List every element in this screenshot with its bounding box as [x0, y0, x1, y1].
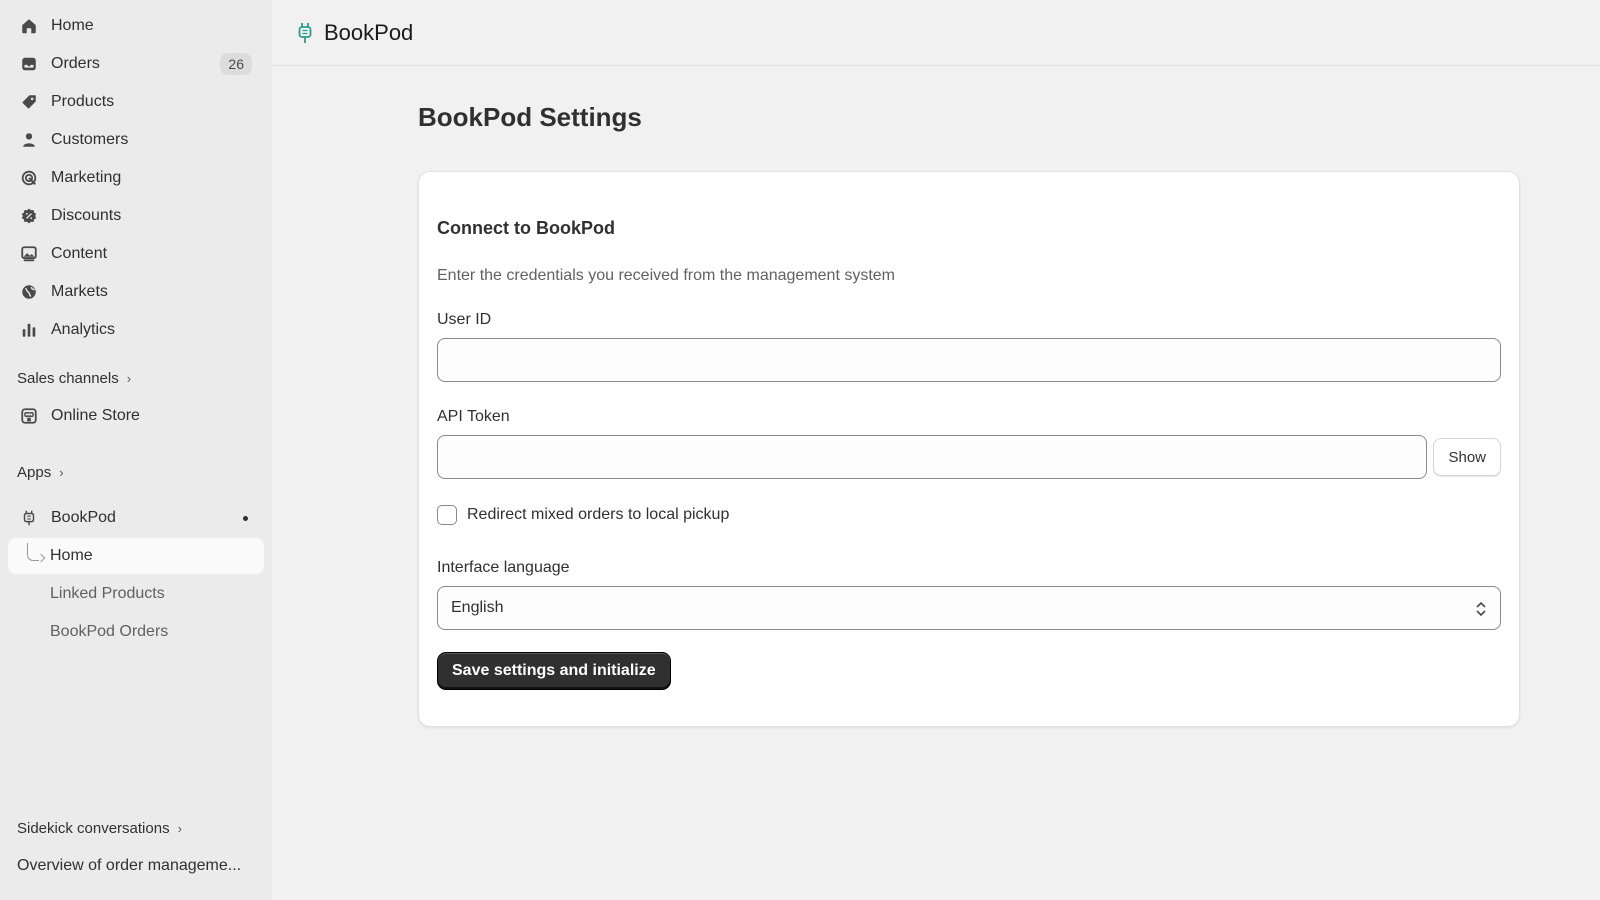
sidebar-subitem-label: Home	[50, 547, 93, 564]
api-token-input[interactable]	[437, 435, 1428, 479]
bookpod-app-icon	[20, 509, 38, 527]
sidekick-conversations-header[interactable]: Sidekick conversations ›	[8, 812, 264, 844]
store-icon	[20, 407, 38, 425]
unread-dot	[243, 515, 248, 521]
section-header-label: Sales channels	[17, 369, 119, 387]
sidebar-item-online-store[interactable]: Online Store	[8, 398, 264, 434]
sidebar-item-customers[interactable]: Customers	[8, 122, 264, 158]
redirect-mixed-orders-option[interactable]: Redirect mixed orders to local pickup	[437, 505, 1501, 525]
select-chevrons-icon	[1474, 599, 1488, 619]
sidebar-item-bookpod-app[interactable]: BookPod	[8, 500, 264, 536]
target-icon	[20, 169, 38, 187]
image-icon	[20, 245, 38, 263]
sidebar-item-label: BookPod	[51, 509, 116, 526]
sidebar-item-discounts[interactable]: Discounts	[8, 198, 264, 234]
interface-language-select[interactable]: English	[437, 586, 1501, 630]
sidebar-item-label: Customers	[51, 131, 129, 148]
show-token-button[interactable]: Show	[1433, 438, 1501, 476]
selected-language: English	[451, 599, 504, 616]
sales-channels-header[interactable]: Sales channels ›	[8, 362, 264, 394]
api-token-field-group: API Token Show	[437, 408, 1501, 479]
card-description: Enter the credentials you received from …	[437, 267, 895, 284]
section-header-label: Apps	[17, 463, 52, 481]
sidebar-item-analytics[interactable]: Analytics	[8, 312, 264, 348]
sidebar: Home Orders 26 Products Customers Market…	[0, 0, 272, 900]
sidebar-item-label: Markets	[51, 283, 108, 300]
discount-icon	[20, 207, 38, 225]
sidebar-subitem-label: Linked Products	[50, 585, 165, 602]
sidebar-item-markets[interactable]: Markets	[8, 274, 264, 310]
api-token-label: API Token	[437, 408, 510, 425]
sidekick-conversation-item[interactable]: Overview of order manageme...	[8, 848, 264, 884]
sidebar-item-home[interactable]: Home	[8, 8, 264, 44]
sidebar-item-label: Products	[51, 93, 115, 110]
sidebar-item-orders[interactable]: Orders 26	[8, 46, 264, 82]
apps-header[interactable]: Apps ›	[8, 456, 264, 488]
app-title: BookPod	[324, 19, 414, 45]
bar-chart-icon	[20, 321, 38, 339]
card-heading: Connect to BookPod	[437, 218, 615, 238]
app-topbar: BookPod	[272, 0, 1600, 66]
sidebar-subitem-label: BookPod Orders	[50, 623, 169, 640]
page-title: BookPod Settings	[418, 102, 642, 132]
sidekick-section: Sidekick conversations › Overview of ord…	[8, 812, 264, 884]
user-id-field-group: User ID	[437, 311, 1501, 382]
chevron-right-icon: ›	[126, 370, 132, 386]
redirect-mixed-orders-label: Redirect mixed orders to local pickup	[467, 506, 730, 523]
sidebar-item-marketing[interactable]: Marketing	[8, 160, 264, 196]
chevron-right-icon: ›	[59, 464, 64, 480]
sidebar-subitem-bookpod-orders[interactable]: BookPod Orders	[8, 614, 264, 650]
sidebar-item-label: Content	[51, 245, 108, 262]
sidebar-item-label: Online Store	[51, 407, 140, 424]
sidebar-subitem-home[interactable]: Home	[8, 538, 264, 574]
sidebar-subitem-linked-products[interactable]: Linked Products	[8, 576, 264, 612]
person-icon	[20, 131, 38, 149]
sidebar-item-label: Marketing	[51, 169, 122, 186]
home-icon	[20, 17, 38, 35]
sidebar-item-label: Discounts	[51, 207, 122, 224]
settings-card: Connect to BookPod Enter the credentials…	[418, 171, 1520, 727]
save-settings-button[interactable]: Save settings and initialize	[437, 652, 671, 690]
sidebar-item-products[interactable]: Products	[8, 84, 264, 120]
sidebar-item-label: Analytics	[51, 321, 116, 338]
sidebar-item-label: Home	[51, 17, 94, 34]
user-id-input[interactable]	[437, 338, 1501, 382]
interface-language-field-group: Interface language English	[437, 559, 1501, 630]
api-token-row: Show	[437, 435, 1501, 479]
tag-icon	[20, 93, 38, 111]
chevron-right-icon: ›	[177, 820, 182, 836]
sidebar-item-label: Orders	[51, 55, 100, 72]
sidebar-item-content[interactable]: Content	[8, 236, 264, 272]
orders-count-badge: 26	[220, 53, 252, 75]
bookpod-logo-icon	[296, 21, 314, 45]
section-header-label: Sidekick conversations	[17, 819, 170, 837]
globe-icon	[20, 283, 38, 301]
redirect-mixed-orders-checkbox[interactable]	[437, 505, 457, 525]
user-id-label: User ID	[437, 311, 492, 328]
inbox-icon	[20, 55, 38, 73]
interface-language-label: Interface language	[437, 559, 570, 576]
